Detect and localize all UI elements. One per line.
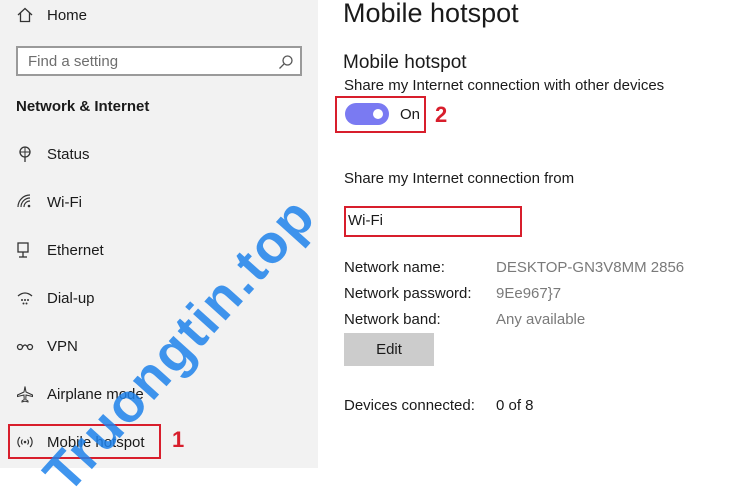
highlight-box-2 <box>335 96 426 133</box>
status-icon <box>16 145 34 163</box>
home-nav-item[interactable]: Home <box>0 0 318 32</box>
ethernet-icon <box>16 241 34 259</box>
network-name-value: DESKTOP-GN3V8MM 2856 <box>496 259 685 276</box>
section-title: Mobile hotspot <box>343 52 467 73</box>
sidebar-item-label: Status <box>47 145 90 163</box>
sidebar-item-label: VPN <box>47 337 78 355</box>
sidebar-item-status[interactable]: Status <box>0 137 318 171</box>
search-placeholder: Find a setting <box>28 53 119 70</box>
annotation-number-1: 1 <box>172 427 185 452</box>
network-band-value: Any available <box>496 311 586 328</box>
network-password-value: 9Ee967}7 <box>496 285 562 302</box>
network-name-label: Network name: <box>344 259 445 276</box>
edit-button[interactable]: Edit <box>344 333 434 366</box>
sidebar-item-label: Wi-Fi <box>47 193 82 211</box>
page-title: Mobile hotspot <box>343 0 519 28</box>
share-label: Share my Internet connection with other … <box>344 77 665 94</box>
devices-connected-value: 0 of 8 <box>496 397 534 414</box>
sidebar-item-label: Dial-up <box>47 289 95 307</box>
dialup-icon <box>16 289 34 307</box>
share-from-label: Share my Internet connection from <box>344 170 575 187</box>
search-icon[interactable] <box>278 54 294 70</box>
network-band-label: Network band: <box>344 311 441 328</box>
vpn-icon <box>16 337 34 355</box>
search-input[interactable]: Find a setting <box>16 46 302 76</box>
wifi-icon <box>16 193 34 211</box>
devices-connected-label: Devices connected: <box>344 397 475 414</box>
home-label: Home <box>47 6 88 24</box>
home-icon <box>16 6 34 24</box>
airplane-icon <box>16 385 34 403</box>
annotation-number-2: 2 <box>435 102 448 127</box>
section-heading: Network & Internet <box>16 98 150 115</box>
highlight-box-3 <box>344 206 522 237</box>
network-password-label: Network password: <box>344 285 472 302</box>
sidebar-item-label: Ethernet <box>47 241 104 259</box>
